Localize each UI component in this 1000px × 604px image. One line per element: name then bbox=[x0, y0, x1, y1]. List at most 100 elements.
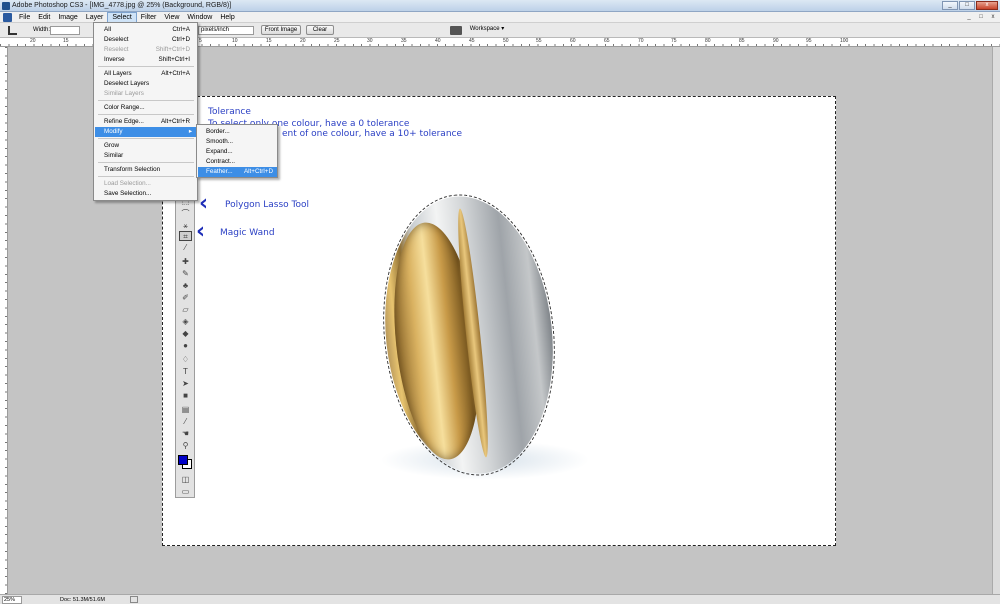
menu-item-label: Modify bbox=[104, 128, 123, 135]
blur-tool-icon[interactable]: ◆ bbox=[179, 329, 192, 339]
type-tool-icon[interactable]: T bbox=[179, 367, 192, 377]
close-button[interactable]: x bbox=[976, 1, 998, 10]
tolerance-title: Tolerance bbox=[208, 107, 251, 117]
document-size-info[interactable]: Doc: 51.3M/51.6M bbox=[60, 596, 105, 604]
window-controls: _ □ x bbox=[942, 1, 998, 10]
brush-tool-icon[interactable]: ✎ bbox=[179, 269, 192, 279]
clear-button[interactable]: Clear bbox=[306, 25, 334, 35]
menu-item-all[interactable]: All Ctrl+A bbox=[95, 25, 196, 35]
ruler-label: 95 bbox=[806, 38, 812, 44]
vertical-scrollbar[interactable] bbox=[992, 47, 1000, 594]
menu-item-refine-edge[interactable]: Refine Edge... Alt+Ctrl+R bbox=[95, 117, 196, 127]
submenu-item-expand[interactable]: Expand... bbox=[198, 147, 277, 157]
doc-close-button[interactable]: x bbox=[988, 13, 998, 21]
history-brush-tool-icon[interactable]: ✐ bbox=[179, 293, 192, 303]
menu-item-label: Transform Selection bbox=[104, 166, 161, 173]
submenu-item-smooth[interactable]: Smooth... bbox=[198, 137, 277, 147]
arrow-left-icon: ‹ bbox=[199, 191, 209, 216]
quick-mask-icon[interactable]: ◫ bbox=[179, 475, 192, 485]
menu-item-label: All bbox=[104, 26, 111, 33]
magic-wand-tool-icon[interactable]: ⚹ bbox=[179, 221, 192, 231]
hand-tool-icon[interactable]: ☚ bbox=[179, 429, 192, 439]
notes-tool-icon[interactable]: ▤ bbox=[179, 405, 192, 415]
path-selection-tool-icon[interactable]: ➤ bbox=[179, 379, 192, 389]
paint-bucket-tool-icon[interactable]: ◈ bbox=[179, 317, 192, 327]
menu-item-deselect[interactable]: Deselect Ctrl+D bbox=[95, 35, 196, 45]
menu-item-save-selection[interactable]: Save Selection... bbox=[95, 189, 196, 199]
menu-item-label: Smooth... bbox=[206, 138, 233, 145]
menu-item-deselect-layers[interactable]: Deselect Layers bbox=[95, 79, 196, 89]
eyedropper-tool-icon[interactable]: ⁄ bbox=[179, 417, 192, 427]
menu-item-inverse[interactable]: Inverse Shift+Ctrl+I bbox=[95, 55, 196, 65]
menu-item-grow[interactable]: Grow bbox=[95, 141, 196, 151]
modify-submenu: Border... Smooth... Expand... Contract..… bbox=[196, 124, 278, 178]
menu-image[interactable]: Image bbox=[54, 12, 81, 23]
crop-tool-icon[interactable]: ⌗ bbox=[179, 231, 192, 241]
menu-item-modify[interactable]: Modify ▸ bbox=[95, 127, 196, 137]
menu-separator bbox=[98, 100, 194, 101]
submenu-item-border[interactable]: Border... bbox=[198, 127, 277, 137]
crop-tool-icon[interactable] bbox=[8, 26, 17, 35]
shape-tool-icon[interactable]: ■ bbox=[179, 391, 192, 401]
menu-edit[interactable]: Edit bbox=[34, 12, 54, 23]
workspace-icon[interactable] bbox=[450, 26, 462, 35]
submenu-arrow-icon: ▸ bbox=[188, 128, 192, 135]
ruler-label: 85 bbox=[739, 38, 745, 44]
menu-item-all-layers[interactable]: All Layers Alt+Ctrl+A bbox=[95, 69, 196, 79]
ps-document-icon[interactable] bbox=[3, 13, 12, 22]
maximize-button[interactable]: □ bbox=[959, 1, 975, 10]
resolution-unit-select[interactable]: pixels/inch bbox=[198, 26, 254, 35]
ruler-label: 80 bbox=[705, 38, 711, 44]
submenu-item-contract[interactable]: Contract... bbox=[198, 157, 277, 167]
width-field[interactable] bbox=[50, 26, 80, 35]
doc-minimize-button[interactable]: _ bbox=[964, 13, 974, 21]
screen-mode-icon[interactable]: ▭ bbox=[179, 487, 192, 497]
select-menu-dropdown: All Ctrl+A Deselect Ctrl+D Reselect Shift+C… bbox=[93, 22, 198, 201]
menu-item-label: Expand... bbox=[206, 148, 233, 155]
ruler-label: 55 bbox=[536, 38, 542, 44]
menu-item-transform-selection[interactable]: Transform Selection bbox=[95, 165, 196, 175]
menu-item-reselect[interactable]: Reselect Shift+Ctrl+D bbox=[95, 45, 196, 55]
ruler-label: 15 bbox=[63, 38, 69, 44]
ruler-label: 20 bbox=[300, 38, 306, 44]
zoom-tool-icon[interactable]: ⚲ bbox=[179, 441, 192, 451]
lasso-tool-icon[interactable]: ⌒ bbox=[179, 209, 192, 219]
workspace-button[interactable]: Workspace ▾ bbox=[466, 25, 508, 35]
menu-item-shortcut: Shift+Ctrl+I bbox=[158, 56, 191, 63]
ruler-label: 75 bbox=[671, 38, 677, 44]
doc-restore-button[interactable]: □ bbox=[976, 13, 986, 21]
menu-item-label: Deselect bbox=[104, 36, 129, 43]
slice-tool-icon[interactable]: ⁄ bbox=[179, 243, 192, 253]
ruler-label: 30 bbox=[367, 38, 373, 44]
dodge-tool-icon[interactable]: ● bbox=[179, 341, 192, 351]
title-bar: Adobe Photoshop CS3 - [IMG_4778.jpg @ 25… bbox=[0, 0, 1000, 12]
tolerance-line-2: ent of one colour, have a 10+ tolerance bbox=[282, 129, 463, 139]
ruler-label: 100 bbox=[840, 38, 849, 44]
clone-stamp-tool-icon[interactable]: ♣ bbox=[179, 281, 192, 291]
minimize-button[interactable]: _ bbox=[942, 1, 958, 10]
menu-item-load-selection[interactable]: Load Selection... bbox=[95, 179, 196, 189]
menu-separator bbox=[98, 138, 194, 139]
submenu-item-feather[interactable]: Feather... Alt+Ctrl+D bbox=[198, 167, 277, 177]
menu-item-label: Similar Layers bbox=[104, 90, 144, 97]
status-menu-arrow-icon[interactable] bbox=[130, 596, 138, 603]
healing-tool-icon[interactable]: ✚ bbox=[179, 257, 192, 267]
menu-item-similar[interactable]: Similar bbox=[95, 151, 196, 161]
menu-item-color-range[interactable]: Color Range... bbox=[95, 103, 196, 113]
menu-item-label: Feather... bbox=[206, 168, 233, 175]
document-controls: _ □ x bbox=[964, 13, 998, 21]
front-image-button[interactable]: Front Image bbox=[261, 25, 301, 35]
menu-item-label: Save Selection... bbox=[104, 190, 152, 197]
menu-item-shortcut: Alt+Ctrl+D bbox=[243, 168, 273, 175]
menu-item-shortcut: Ctrl+A bbox=[172, 26, 190, 33]
menu-help[interactable]: Help bbox=[216, 12, 238, 23]
menu-item-shortcut: Alt+Ctrl+R bbox=[160, 118, 190, 125]
zoom-level-field[interactable]: 25% bbox=[2, 596, 22, 604]
menu-item-similar-layers[interactable]: Similar Layers bbox=[95, 89, 196, 99]
menu-file[interactable]: File bbox=[15, 12, 34, 23]
foreground-color-swatch[interactable] bbox=[178, 455, 188, 465]
eraser-tool-icon[interactable]: ▱ bbox=[179, 305, 192, 315]
magic-wand-label: Magic Wand bbox=[220, 228, 275, 238]
ruler-label: 10 bbox=[232, 38, 238, 44]
pen-tool-icon[interactable]: ♢ bbox=[179, 355, 192, 365]
